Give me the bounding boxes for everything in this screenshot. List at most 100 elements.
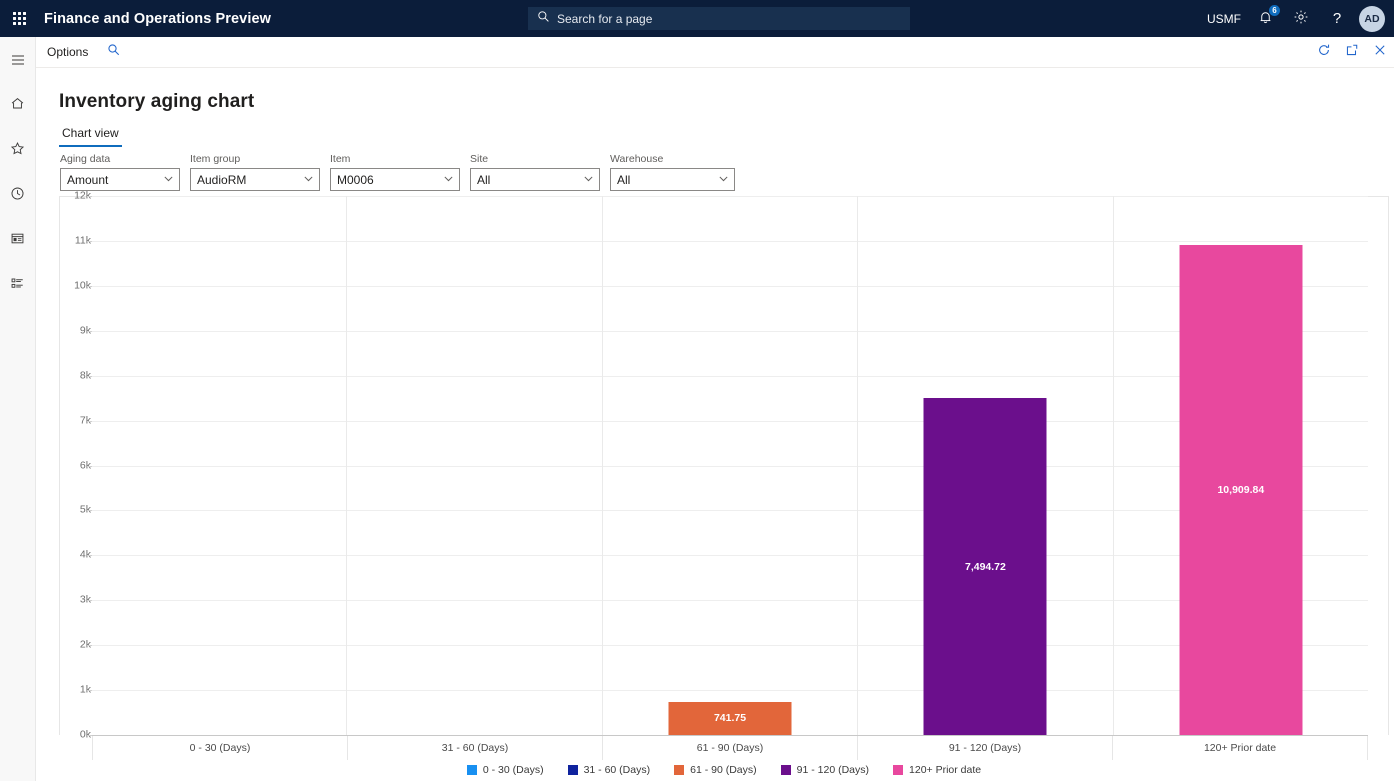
legend-item[interactable]: 120+ Prior date bbox=[893, 764, 981, 776]
notification-badge: 6 bbox=[1269, 5, 1280, 16]
bar[interactable]: 741.75 bbox=[669, 702, 792, 735]
chevron-down-icon bbox=[583, 173, 594, 187]
filter-warehouse: Warehouse All bbox=[610, 153, 735, 191]
legend-color-swatch bbox=[568, 765, 578, 775]
tabstrip: Chart view bbox=[59, 126, 122, 147]
page-title: Inventory aging chart bbox=[59, 91, 254, 113]
legend-label: 31 - 60 (Days) bbox=[584, 764, 651, 776]
sidebar-item-modules[interactable] bbox=[0, 268, 36, 304]
bar[interactable]: 10,909.84 bbox=[1179, 245, 1302, 735]
x-axis-tick-label: 31 - 60 (Days) bbox=[348, 736, 603, 760]
filter-aging-data-label: Aging data bbox=[60, 153, 180, 166]
filter-item-group-select[interactable]: AudioRM bbox=[190, 168, 320, 191]
refresh-button[interactable] bbox=[1310, 37, 1338, 68]
sidebar-item-home[interactable] bbox=[0, 88, 36, 124]
top-navigation-bar: Finance and Operations Preview Search fo… bbox=[0, 0, 1394, 37]
modules-icon bbox=[10, 276, 25, 296]
legend-color-swatch bbox=[674, 765, 684, 775]
filter-item-group-value: AudioRM bbox=[197, 173, 246, 187]
sidebar-item-favorites[interactable] bbox=[0, 133, 36, 169]
search-icon bbox=[107, 43, 121, 62]
legend-item[interactable]: 31 - 60 (Days) bbox=[568, 764, 651, 776]
sidebar-item-recent[interactable] bbox=[0, 178, 36, 214]
close-icon bbox=[1373, 43, 1387, 62]
legend-label: 61 - 90 (Days) bbox=[690, 764, 757, 776]
x-axis-tick-label: 61 - 90 (Days) bbox=[603, 736, 858, 760]
legend-label: 120+ Prior date bbox=[909, 764, 981, 776]
bar-value-label: 10,909.84 bbox=[1217, 484, 1264, 496]
filter-aging-data: Aging data Amount bbox=[60, 153, 180, 191]
app-launcher-icon[interactable] bbox=[0, 0, 38, 37]
command-search-button[interactable] bbox=[99, 37, 129, 68]
global-search-input[interactable]: Search for a page bbox=[528, 7, 910, 30]
gear-icon bbox=[1293, 9, 1309, 28]
x-axis: 0 - 30 (Days)31 - 60 (Days)61 - 90 (Days… bbox=[92, 736, 1368, 760]
legend-color-swatch bbox=[467, 765, 477, 775]
star-icon bbox=[10, 141, 25, 161]
workspace-icon bbox=[10, 231, 25, 251]
filter-aging-data-value: Amount bbox=[67, 173, 108, 187]
waffle-grid bbox=[13, 12, 26, 25]
bar-value-label: 741.75 bbox=[714, 712, 746, 724]
legend-item[interactable]: 61 - 90 (Days) bbox=[674, 764, 757, 776]
bar-slot: 10,909.84 bbox=[1114, 196, 1368, 735]
bar-slot: 7,494.72 bbox=[858, 196, 1113, 735]
settings-button[interactable] bbox=[1283, 0, 1319, 37]
filter-warehouse-select[interactable]: All bbox=[610, 168, 735, 191]
open-in-new-window-button[interactable] bbox=[1338, 37, 1366, 68]
filter-site-label: Site bbox=[470, 153, 600, 166]
chevron-down-icon bbox=[163, 173, 174, 187]
filter-aging-data-select[interactable]: Amount bbox=[60, 168, 180, 191]
close-button[interactable] bbox=[1366, 37, 1394, 68]
chevron-down-icon bbox=[443, 173, 454, 187]
legend-item[interactable]: 0 - 30 (Days) bbox=[467, 764, 544, 776]
company-selector[interactable]: USMF bbox=[1201, 0, 1247, 37]
notifications-button[interactable]: 6 bbox=[1247, 0, 1283, 37]
global-search-placeholder: Search for a page bbox=[557, 12, 652, 26]
home-icon bbox=[10, 96, 25, 116]
command-bar-right-actions bbox=[1310, 37, 1394, 68]
clock-icon bbox=[10, 186, 25, 206]
filter-item-select[interactable]: M0006 bbox=[330, 168, 460, 191]
app-title: Finance and Operations Preview bbox=[44, 11, 271, 27]
help-button[interactable]: ? bbox=[1319, 0, 1355, 37]
command-bar: Options bbox=[36, 37, 1394, 68]
legend-color-swatch bbox=[893, 765, 903, 775]
plot-area: 741.75 7,494.72 10,909.84 bbox=[92, 196, 1368, 735]
legend-item[interactable]: 91 - 120 (Days) bbox=[781, 764, 869, 776]
question-mark-icon: ? bbox=[1333, 10, 1341, 27]
filter-site: Site All bbox=[470, 153, 600, 191]
legend-label: 0 - 30 (Days) bbox=[483, 764, 544, 776]
x-axis-tick-label: 0 - 30 (Days) bbox=[92, 736, 348, 760]
bar-value-label: 7,494.72 bbox=[965, 561, 1006, 573]
refresh-icon bbox=[1317, 43, 1331, 62]
x-axis-tick-label: 91 - 120 (Days) bbox=[858, 736, 1113, 760]
filter-item: Item M0006 bbox=[330, 153, 460, 191]
user-avatar[interactable]: AD bbox=[1359, 6, 1385, 32]
chevron-down-icon bbox=[718, 173, 729, 187]
filter-warehouse-value: All bbox=[617, 173, 630, 187]
legend-label: 91 - 120 (Days) bbox=[797, 764, 869, 776]
filter-site-select[interactable]: All bbox=[470, 168, 600, 191]
filter-item-value: M0006 bbox=[337, 173, 374, 187]
top-right-actions: USMF 6 ? AD bbox=[1201, 0, 1394, 37]
bar-series: 741.75 7,494.72 10,909.84 bbox=[92, 196, 1368, 735]
bar-slot: 741.75 bbox=[603, 196, 858, 735]
company-label: USMF bbox=[1207, 12, 1241, 26]
filter-item-group: Item group AudioRM bbox=[190, 153, 320, 191]
sidebar-item-expand-navigation[interactable] bbox=[0, 44, 36, 80]
sidebar-item-workspaces[interactable] bbox=[0, 223, 36, 259]
filter-item-label: Item bbox=[330, 153, 460, 166]
popout-icon bbox=[1345, 43, 1359, 62]
tab-chart-view[interactable]: Chart view bbox=[59, 126, 122, 147]
bar-slot bbox=[347, 196, 602, 735]
bar[interactable]: 7,494.72 bbox=[924, 398, 1047, 735]
bar-slot bbox=[92, 196, 347, 735]
legend-color-swatch bbox=[781, 765, 791, 775]
inventory-aging-bar-chart: 0k1k2k3k4k5k6k7k8k9k10k11k12k 741.757,49… bbox=[59, 196, 1389, 781]
x-axis-tick-label: 120+ Prior date bbox=[1113, 736, 1368, 760]
search-icon bbox=[537, 10, 550, 28]
chart-legend: 0 - 30 (Days) 31 - 60 (Days) 61 - 90 (Days… bbox=[59, 764, 1389, 776]
options-button[interactable]: Options bbox=[36, 37, 99, 68]
filter-site-value: All bbox=[477, 173, 490, 187]
